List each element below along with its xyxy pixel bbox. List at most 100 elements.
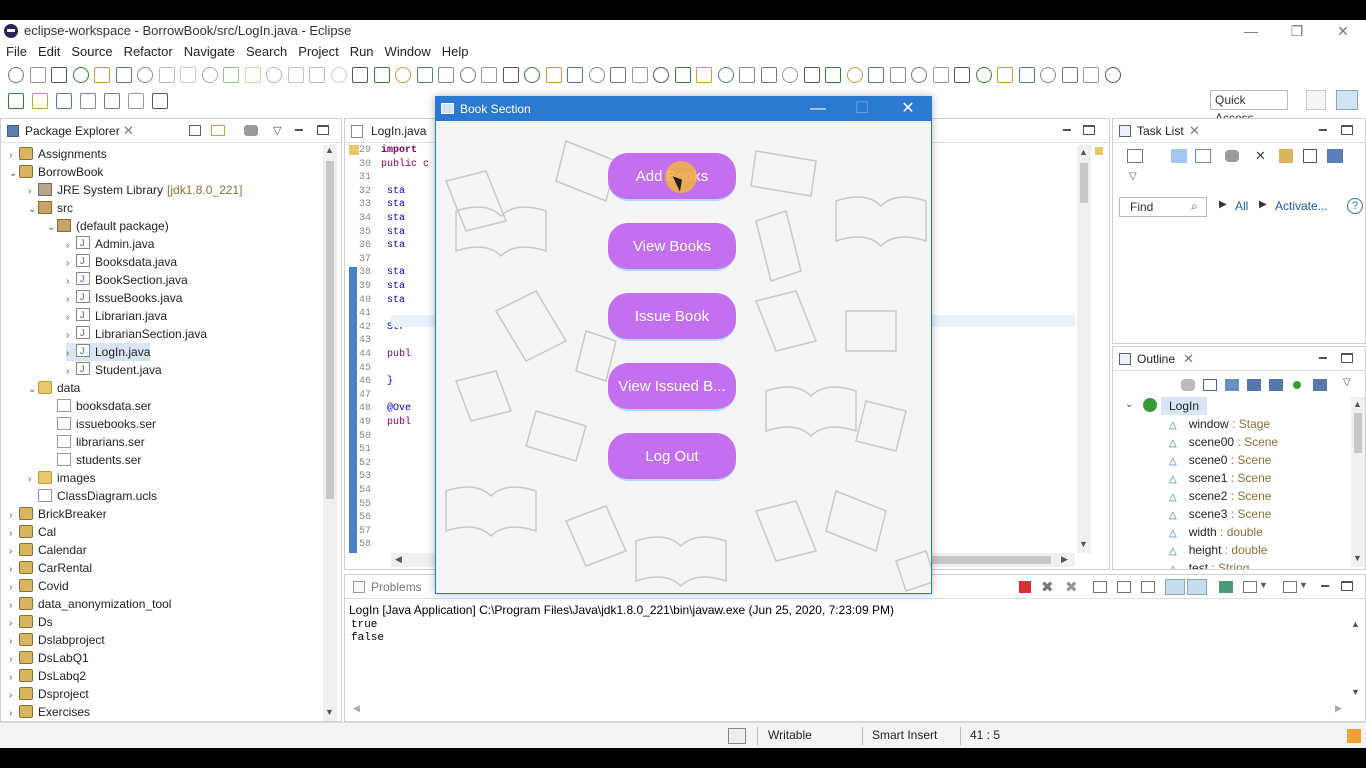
maximize-view-icon[interactable] <box>317 125 329 135</box>
help-icon[interactable]: ? <box>1347 198 1363 214</box>
tree-item[interactable]: › DsLabq2 <box>9 667 86 685</box>
close-button[interactable]: ✕ <box>1320 20 1366 42</box>
code-line[interactable]: 57 <box>359 526 381 538</box>
toolbar-icon[interactable] <box>524 67 540 83</box>
clear-console-icon[interactable] <box>1093 581 1107 593</box>
outline-scroll-up-icon[interactable]: ▲ <box>1353 399 1362 409</box>
toolbar-icon[interactable] <box>502 67 519 83</box>
minimize-view-icon[interactable] <box>293 125 305 135</box>
code-line[interactable]: 39 sta <box>359 281 405 293</box>
sync-tasks-icon[interactable] <box>1327 149 1343 163</box>
tree-item[interactable]: › Exercises <box>9 703 90 721</box>
tree-scrollbar[interactable]: ▲ ▼ <box>323 145 337 721</box>
menu-edit[interactable]: Edit <box>32 42 65 59</box>
scroll-up-icon[interactable]: ▲ <box>325 145 334 155</box>
activate-link[interactable]: Activate... <box>1275 199 1328 213</box>
tree-item[interactable]: › Dsproject <box>9 685 89 703</box>
toolbar-icon[interactable] <box>481 67 497 83</box>
toolbar-icon[interactable] <box>80 93 96 109</box>
all-link[interactable]: All <box>1235 199 1248 213</box>
task-minimize-icon[interactable] <box>1317 125 1329 135</box>
toolbar-icon[interactable] <box>889 67 906 83</box>
expand-arrow-icon[interactable]: ⌄ <box>28 201 38 219</box>
toolbar-icon[interactable] <box>29 67 46 83</box>
toolbar-icon[interactable] <box>104 93 120 109</box>
code-line[interactable]: 56 <box>359 512 381 524</box>
hide-local-types-icon[interactable] <box>1313 379 1327 391</box>
toolbar-icon[interactable] <box>674 67 691 83</box>
expand-arrow-icon[interactable]: › <box>9 705 19 721</box>
outline-scrollbar[interactable]: ▲ ▼ <box>1351 397 1365 567</box>
toolbar-icon[interactable] <box>846 67 863 83</box>
toolbar-icon[interactable] <box>954 67 970 83</box>
word-wrap-icon[interactable] <box>1141 581 1155 593</box>
hide-fields-icon[interactable] <box>1247 379 1261 391</box>
code-line[interactable]: 45 <box>359 363 381 375</box>
toolbar-icon[interactable] <box>8 67 24 83</box>
collapse-tasks-icon[interactable] <box>1303 149 1317 163</box>
outline-root-class[interactable]: LogIn <box>1161 397 1207 415</box>
open-perspective-icon[interactable] <box>1306 90 1326 110</box>
toolbar-icon[interactable] <box>309 67 325 83</box>
toolbar-icon[interactable] <box>373 67 390 83</box>
menu-search[interactable]: Search <box>240 42 292 59</box>
pin-console-icon[interactable] <box>1219 581 1233 593</box>
hide-nonpublic-icon[interactable] <box>1293 381 1301 389</box>
code-line[interactable]: 29 <box>359 145 381 157</box>
tree-item[interactable]: ⌄ src <box>28 199 73 217</box>
outline-expand-arrow[interactable]: ⌄ <box>1125 399 1133 410</box>
editor-scroll-down-icon[interactable]: ▼ <box>1079 539 1088 549</box>
menu-project[interactable]: Project <box>292 42 343 59</box>
tree-item[interactable]: ⌄ (default package) <box>47 217 169 235</box>
toolbar-icon[interactable] <box>51 67 67 83</box>
toolbar-icon[interactable] <box>72 67 89 83</box>
code-line[interactable]: 50 <box>359 431 381 443</box>
toolbar-icon[interactable] <box>438 67 454 83</box>
tree-item[interactable]: issuebooks.ser <box>47 415 156 433</box>
tree-item[interactable]: › Cal <box>9 523 56 541</box>
task-maximize-icon[interactable] <box>1341 125 1353 135</box>
code-line[interactable]: 49 publ <box>359 417 411 429</box>
code-line[interactable]: 38 sta <box>359 267 405 279</box>
scheduled-icon[interactable] <box>1195 149 1211 163</box>
outline-filter-icon[interactable] <box>1181 379 1195 391</box>
outline-member[interactable]: △ scene1 : Scene <box>1169 469 1271 487</box>
scroll-down-icon[interactable]: ▼ <box>325 707 334 717</box>
toolbar-icon[interactable] <box>8 93 24 109</box>
task-list-close-icon[interactable]: ✕ <box>1189 119 1200 143</box>
toolbar-icon[interactable] <box>1040 67 1056 83</box>
toolbar-icon[interactable] <box>911 67 927 83</box>
toolbar-icon[interactable] <box>975 67 992 83</box>
menu-run[interactable]: Run <box>344 42 379 59</box>
remove-all-launches-icon[interactable]: ✖ <box>1065 578 1078 596</box>
toolbar-icon[interactable] <box>588 67 605 83</box>
java-perspective-icon[interactable] <box>1336 90 1358 110</box>
toolbar-icon[interactable] <box>760 67 777 83</box>
toolbar-icon[interactable] <box>158 67 175 83</box>
outline-collapse-icon[interactable] <box>1203 379 1217 391</box>
toolbar-icon[interactable] <box>128 93 144 109</box>
code-line[interactable]: 54 <box>359 485 381 497</box>
tab-problems[interactable]: Problems <box>371 575 422 599</box>
display-console-dropdown-icon[interactable]: ▼ <box>1259 580 1268 590</box>
tree-item[interactable]: › Dslabproject <box>9 631 105 649</box>
toolbar-icon[interactable] <box>244 67 261 83</box>
code-line[interactable]: 33 sta <box>359 199 405 211</box>
code-line[interactable]: 44 publ <box>359 349 411 361</box>
quick-access-field[interactable]: Quick Access <box>1210 90 1288 125</box>
code-line[interactable]: 40 sta <box>359 295 405 307</box>
editor-scrollbar[interactable]: ▲ ▼ <box>1077 145 1091 553</box>
code-line[interactable]: 47 <box>359 390 381 402</box>
tree-item[interactable]: › Assignments <box>9 145 107 163</box>
toolbar-icon[interactable] <box>459 67 476 83</box>
outline-view-menu-icon[interactable]: ▽ <box>1343 377 1351 388</box>
toolbar-icon[interactable] <box>932 67 949 83</box>
outline-member[interactable]: △ scene0 : Scene <box>1169 451 1271 469</box>
menu-refactor[interactable]: Refactor <box>118 42 178 59</box>
tree-scroll-thumb[interactable] <box>326 161 334 499</box>
categorize-icon[interactable] <box>1171 149 1187 163</box>
code-lines[interactable]: 29 30 public c 31 32 sta 33 sta 34 sta 35 sta 36… <box>359 145 435 553</box>
toolbar-icon[interactable] <box>416 67 433 83</box>
open-console-dropdown-icon[interactable]: ▼ <box>1299 580 1308 590</box>
editor-scroll-thumb[interactable] <box>1080 163 1088 203</box>
